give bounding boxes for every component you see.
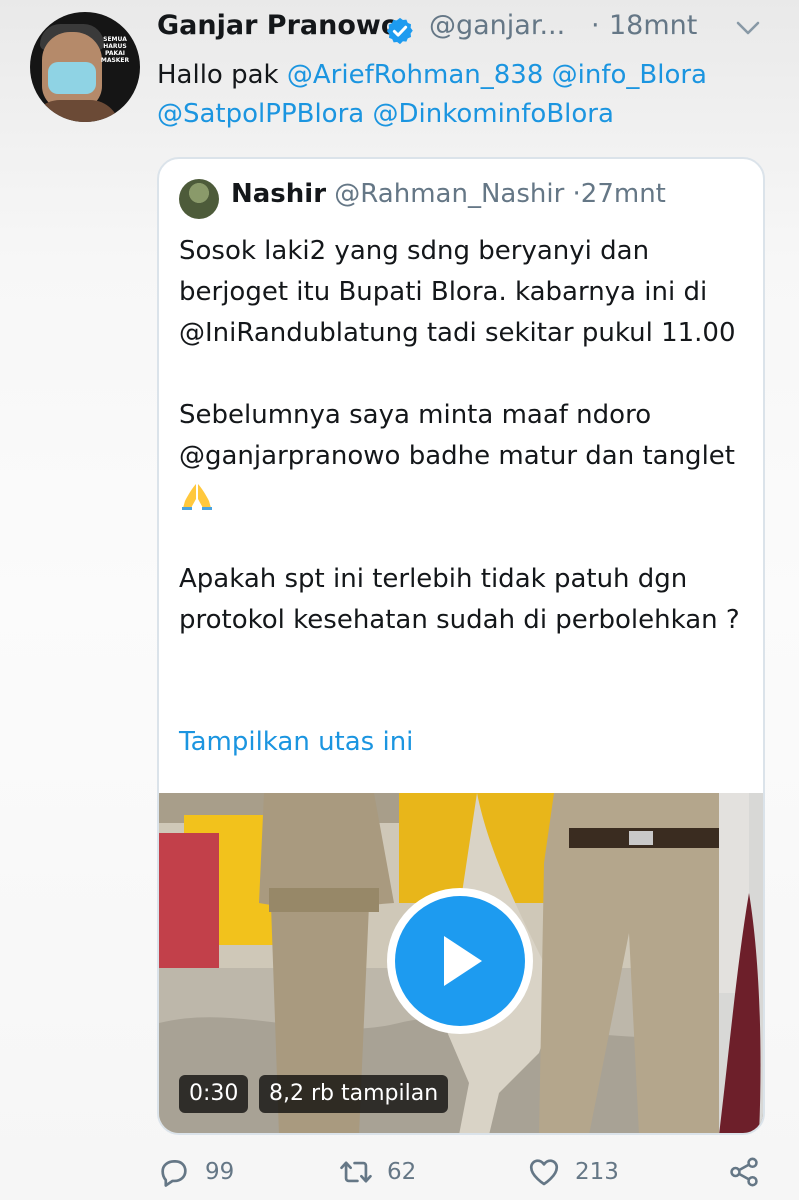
avatar-sign-text: SEMUA HARUS PAKAI MASKER <box>100 36 130 64</box>
author-avatar[interactable]: SEMUA HARUS PAKAI MASKER <box>30 12 140 122</box>
author-name[interactable]: Ganjar Pranowo <box>157 10 399 41</box>
quoted-paragraph: Apakah spt ini terlebih tidak patuh dgn … <box>179 564 740 635</box>
folded-hands-emoji <box>182 484 212 510</box>
author-handle[interactable]: @ganjar... <box>429 10 565 41</box>
retweet-button[interactable]: 62 <box>339 1152 416 1192</box>
quoted-author-avatar <box>179 179 219 219</box>
mention-link[interactable]: @info_Blora <box>552 60 707 90</box>
avatar-mask <box>48 62 96 94</box>
avatar-shirt <box>30 100 120 122</box>
verified-badge-icon <box>386 17 413 45</box>
share-icon <box>730 1157 758 1187</box>
reply-count: 99 <box>205 1159 235 1185</box>
quoted-author-handle: @Rahman_Nashir <box>334 179 565 209</box>
tweet-header: Ganjar Pranowo @ganjar... · 18mnt <box>157 10 777 50</box>
tweet-text: Hallo pak @AriefRohman_838 @info_Blora @… <box>157 56 767 134</box>
video-player[interactable]: 0:30 8,2 rb tampilan <box>159 793 763 1133</box>
retweet-count: 62 <box>387 1159 417 1185</box>
like-button[interactable]: 213 <box>527 1152 619 1192</box>
quoted-tweet-text: Sosok laki2 yang sdng beryanyi dan berjo… <box>179 231 749 641</box>
quoted-paragraph: Sosok laki2 yang sdng beryanyi dan berjo… <box>179 236 736 348</box>
quoted-paragraph: Sebelumnya saya minta maaf ndoro @ganjar… <box>179 395 749 518</box>
play-icon <box>444 936 482 986</box>
quoted-paragraph-text: Sebelumnya saya minta maaf ndoro @ganjar… <box>179 400 735 471</box>
video-duration-badge: 0:30 <box>179 1075 249 1113</box>
play-button-inner <box>395 896 525 1026</box>
like-count: 213 <box>575 1159 619 1185</box>
like-icon <box>529 1159 559 1186</box>
show-thread-link[interactable]: Tampilkan utas ini <box>179 727 413 757</box>
mention-link[interactable]: @SatpolPPBlora <box>157 99 364 129</box>
play-button[interactable] <box>387 888 533 1034</box>
video-views-badge: 8,2 rb tampilan <box>259 1075 449 1113</box>
share-button[interactable] <box>727 1152 761 1192</box>
header-separator: · <box>591 10 600 41</box>
reply-button[interactable]: 99 <box>157 1152 234 1192</box>
reply-icon <box>161 1160 187 1187</box>
tweet-text-prefix: Hallo pak <box>157 60 287 90</box>
quoted-header-separator: · <box>572 179 581 209</box>
tweet-timestamp[interactable]: 18mnt <box>609 10 697 41</box>
quoted-tweet-header: Nashir @Rahman_Nashir ·27mnt <box>231 179 666 209</box>
tweet-actions: 99 62 213 <box>157 1152 777 1196</box>
quoted-author-name: Nashir <box>231 179 327 209</box>
mention-link[interactable]: @DinkominfoBlora <box>372 99 613 129</box>
retweet-icon <box>340 1161 372 1183</box>
quoted-tweet-card[interactable]: Nashir @Rahman_Nashir ·27mnt Sosok laki2… <box>157 157 765 1135</box>
mention-link[interactable]: @AriefRohman_838 <box>287 60 544 90</box>
quoted-tweet-timestamp: 27mnt <box>580 179 666 209</box>
chevron-down-icon[interactable] <box>735 18 761 38</box>
